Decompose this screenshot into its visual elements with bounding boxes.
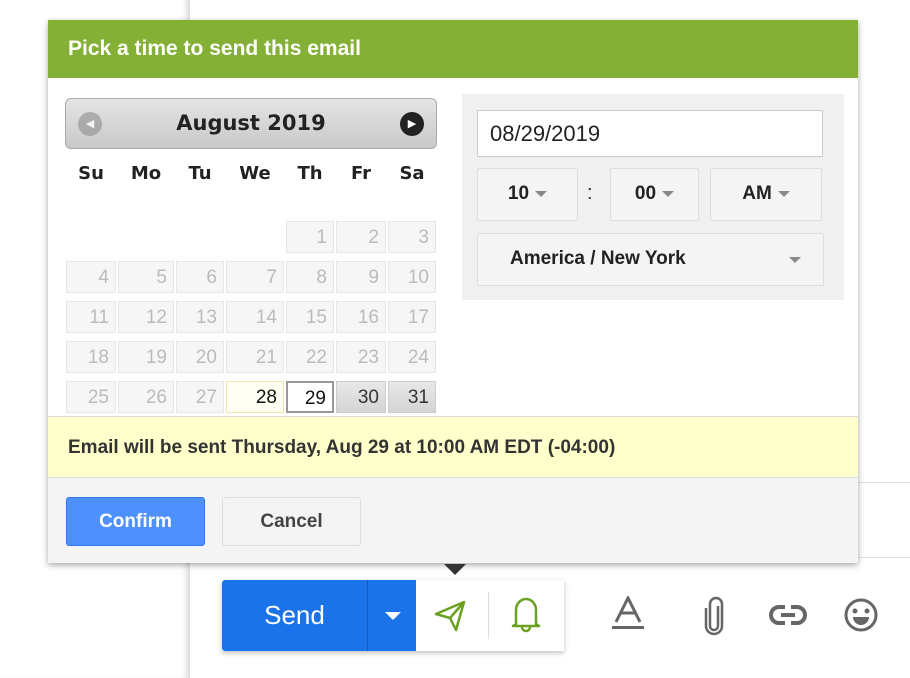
weekday-label: We [239, 163, 271, 184]
calendar-day: 14 [226, 301, 284, 333]
calendar-day: 25 [66, 381, 116, 413]
calendar-day: 6 [176, 261, 224, 293]
calendar-day: 13 [176, 301, 224, 333]
calendar-day: 27 [176, 381, 224, 413]
timezone-value: America / New York [510, 248, 686, 269]
chevron-down-icon [535, 190, 548, 197]
weekday-label: Sa [399, 163, 425, 184]
calendar-day[interactable]: 31 [388, 381, 436, 413]
chevron-down-icon [777, 190, 790, 197]
calendar-day: 5 [118, 261, 174, 293]
calendar-day: 23 [336, 341, 386, 373]
link-icon[interactable] [768, 601, 808, 629]
calendar-header: ◀ August 2019 ▶ [65, 98, 437, 149]
ampm-value: AM [742, 183, 772, 204]
next-month-icon[interactable]: ▶ [400, 112, 424, 136]
prev-month-icon[interactable]: ◀ [78, 112, 102, 136]
cancel-button[interactable]: Cancel [222, 497, 361, 546]
chevron-down-icon [789, 257, 801, 263]
divider [488, 592, 489, 639]
calendar-day: 12 [118, 301, 174, 333]
weekday-label: Tu [188, 163, 212, 184]
month-label: August 2019 [176, 111, 326, 135]
hour-value: 10 [507, 183, 530, 204]
send-button[interactable]: Send [222, 580, 367, 651]
calendar-day: 11 [66, 301, 116, 333]
calendar-day: 1 [286, 221, 334, 253]
send-options-dropdown[interactable] [367, 580, 416, 651]
timezone-select[interactable]: America / New York [477, 233, 824, 286]
send-toolbar: Send [222, 580, 564, 651]
compose-area-edge [850, 482, 910, 558]
date-input[interactable]: 08/29/2019 [477, 110, 823, 157]
calendar-day: 4 [66, 261, 116, 293]
calendar-day: 20 [176, 341, 224, 373]
calendar-day[interactable]: 28 [226, 381, 284, 413]
dialog-footer: Confirm Cancel [48, 477, 858, 563]
weekday-label: Fr [350, 163, 372, 184]
time-separator: : [587, 182, 593, 204]
calendar-day: 26 [118, 381, 174, 413]
send-summary: Email will be sent Thursday, Aug 29 at 1… [48, 416, 858, 477]
dialog-pointer [444, 564, 466, 575]
calendar-day: 16 [336, 301, 386, 333]
calendar-day: 19 [118, 341, 174, 373]
bell-icon[interactable] [510, 594, 542, 634]
hour-select[interactable]: 10 [477, 168, 578, 221]
schedule-send-dialog: Pick a time to send this email ◀ August … [48, 20, 858, 563]
weekday-label: Mo [130, 163, 162, 184]
calendar-day[interactable]: 29 [286, 381, 334, 413]
text-format-icon[interactable] [611, 596, 645, 632]
weekday-label: Th [297, 163, 323, 184]
calendar-day: 3 [388, 221, 436, 253]
time-panel: 08/29/2019 10 : 00 AM America / New York [462, 94, 844, 300]
dialog-title: Pick a time to send this email [48, 20, 858, 78]
calendar-day[interactable]: 30 [336, 381, 386, 413]
attach-icon[interactable] [702, 596, 726, 636]
minute-value: 00 [634, 183, 657, 204]
weekday-label: Su [78, 163, 104, 184]
calendar-day: 10 [388, 261, 436, 293]
ampm-select[interactable]: AM [710, 168, 822, 221]
calendar-day: 24 [388, 341, 436, 373]
confirm-button[interactable]: Confirm [66, 497, 205, 546]
calendar-day: 21 [226, 341, 284, 373]
emoji-icon[interactable] [843, 597, 879, 633]
calendar-day: 17 [388, 301, 436, 333]
schedule-send-icon[interactable] [432, 598, 472, 634]
calendar-day: 22 [286, 341, 334, 373]
minute-select[interactable]: 00 [610, 168, 699, 221]
chevron-down-icon [662, 190, 675, 197]
calendar-day: 8 [286, 261, 334, 293]
calendar-day: 9 [336, 261, 386, 293]
calendar-day: 15 [286, 301, 334, 333]
calendar-day: 2 [336, 221, 386, 253]
calendar-day: 18 [66, 341, 116, 373]
calendar-day: 7 [226, 261, 284, 293]
